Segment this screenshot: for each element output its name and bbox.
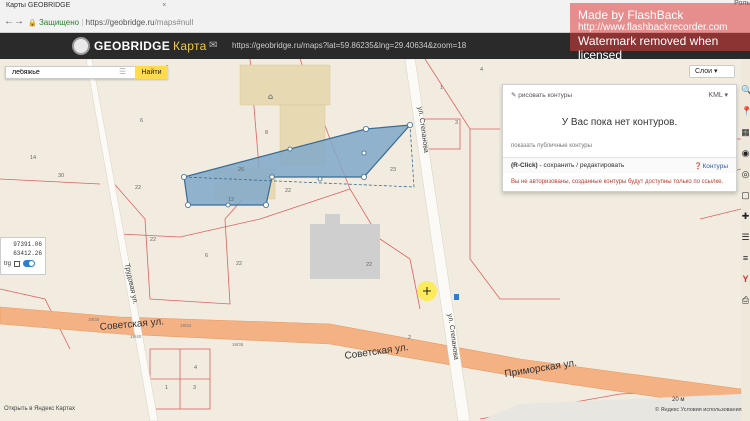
search-button[interactable]: Найти bbox=[135, 66, 168, 79]
contours-panel: ✎ рисовать контуры KML ▾ У Вас пока нет … bbox=[502, 84, 737, 192]
house-number: 26 bbox=[238, 167, 244, 173]
house-number: 22 bbox=[285, 188, 291, 194]
right-toolbar: 🔍 📍 ▦ ◉ ◎ ▢ ✚ ☰ ≡ Y ⎙ bbox=[741, 85, 750, 335]
recorder-watermark: Made by FlashBack http://www.flashbackre… bbox=[570, 3, 750, 62]
house-number: 3 bbox=[455, 120, 458, 126]
grey-building bbox=[310, 224, 380, 279]
grid-icon[interactable]: ▦ bbox=[741, 127, 750, 148]
hamburger-icon[interactable]: ≡ bbox=[741, 253, 750, 274]
house-number: 6 bbox=[205, 253, 208, 259]
public-contours-link[interactable]: показать публичные контуры bbox=[511, 143, 592, 149]
empty-contours-text: У Вас пока нет контуров. bbox=[561, 117, 678, 128]
house-number: 14 bbox=[30, 155, 36, 161]
house-number: 23 bbox=[390, 167, 396, 173]
list-icon[interactable]: ☰ bbox=[741, 232, 750, 253]
security-label: Защищено bbox=[38, 18, 80, 27]
checkbox-icon[interactable] bbox=[14, 260, 21, 267]
map-scale: 20 м bbox=[672, 397, 685, 403]
target-icon[interactable]: ◎ bbox=[741, 169, 750, 190]
house-number: 22 bbox=[236, 261, 242, 267]
parcel-label: 19/34 bbox=[180, 323, 192, 328]
search-icon[interactable]: 🔍 bbox=[741, 85, 750, 106]
coord-line-1: 97391.06 bbox=[13, 241, 42, 248]
menu-icon[interactable]: ☰ bbox=[119, 67, 126, 76]
tab-close-icon[interactable]: × bbox=[162, 2, 166, 9]
search-box: ☰ Найти bbox=[5, 66, 168, 79]
draw-contour-link[interactable]: ✎ рисовать контуры bbox=[511, 91, 572, 99]
watermark-line-1: Made by FlashBack bbox=[578, 8, 684, 22]
coord-line-2: 63412.26 bbox=[13, 250, 42, 257]
hint-row: (R-Click) - сохранить / редактировать ❓К… bbox=[503, 157, 736, 173]
logo-text: GEOBRIDGE bbox=[94, 39, 171, 53]
hint-text: (R-Click) - сохранить / редактировать bbox=[511, 162, 624, 169]
yandex-icon[interactable]: Y bbox=[741, 274, 750, 295]
watermark-line-3: Watermark removed when licensed bbox=[578, 34, 719, 62]
house-number: 4 bbox=[194, 365, 197, 371]
auth-warning: Вы не авторизованы, созданные контуры бу… bbox=[511, 179, 724, 185]
globe-logo-icon bbox=[72, 37, 90, 55]
bus-stop-icon bbox=[454, 294, 459, 300]
cross-icon[interactable]: ✚ bbox=[741, 211, 750, 232]
geobridge-logo[interactable]: GEOBRIDGE Карта bbox=[72, 37, 207, 55]
house-number: 1 bbox=[165, 385, 168, 391]
parcel-label: 19/36 bbox=[232, 342, 244, 347]
house-number: 4 bbox=[480, 67, 483, 73]
url-prefix: https://geobridge.ru bbox=[85, 18, 155, 27]
open-in-yandex-link[interactable]: Открыть в Яндекс Картах bbox=[4, 406, 75, 412]
yandex-attribution[interactable]: © Яндекс Условия использования bbox=[655, 407, 742, 413]
parcel-label: 19/40 bbox=[130, 334, 142, 339]
house-number: 30 bbox=[58, 173, 64, 179]
url-path: /maps#null bbox=[154, 18, 194, 27]
layers-button[interactable]: Слои ▾ bbox=[689, 65, 735, 78]
house-number: 22 bbox=[135, 185, 141, 191]
watermark-line-2: http://www.flashbackrecorder.com bbox=[578, 22, 728, 33]
globe-icon[interactable]: ◉ bbox=[741, 148, 750, 169]
map-url-display[interactable]: https://geobridge.ru/maps?lat=59.86235&l… bbox=[232, 41, 466, 50]
house-icon: ⌂ bbox=[268, 92, 273, 101]
house-number: 1 bbox=[440, 85, 443, 91]
lock-icon: 🔒 bbox=[28, 20, 37, 27]
house-number: 8 bbox=[265, 130, 268, 136]
house-number: 2 bbox=[408, 335, 411, 341]
print-icon[interactable]: ⎙ bbox=[741, 295, 750, 316]
address-bar[interactable]: 🔒 Защищено | https://geobridge.ru/maps#n… bbox=[28, 16, 588, 29]
back-icon[interactable]: ← bbox=[4, 16, 14, 27]
square-icon[interactable]: ▢ bbox=[741, 190, 750, 211]
logo-suffix: Карта bbox=[173, 39, 207, 53]
forward-icon[interactable]: → bbox=[14, 16, 24, 27]
tab-title: Карты GEOBRIDGE bbox=[6, 2, 71, 9]
pin-icon[interactable]: 📍 bbox=[741, 106, 750, 127]
trg-toggle[interactable] bbox=[23, 260, 36, 267]
parcel-label: 19/35 bbox=[88, 317, 100, 322]
hint-rest: - сохранить / редактировать bbox=[537, 162, 625, 169]
search-input[interactable] bbox=[6, 67, 136, 78]
coordinates-panel: 97391.06 63412.26 trg bbox=[0, 237, 46, 275]
street-label-4: Трудовая ул. bbox=[123, 263, 139, 305]
house-number: 22 bbox=[150, 237, 156, 243]
share-icon[interactable]: ✉ bbox=[209, 40, 217, 51]
hint-bold: (R-Click) bbox=[511, 162, 538, 169]
house-number: 22 bbox=[366, 262, 372, 268]
trg-label: trg bbox=[4, 260, 12, 267]
contours-help-link[interactable]: ❓Контуры bbox=[694, 162, 728, 170]
side-road-left bbox=[85, 59, 159, 421]
house-number: 3 bbox=[193, 385, 196, 391]
browser-tab[interactable]: Карты GEOBRIDGE × bbox=[0, 0, 200, 13]
house-number: 12 bbox=[228, 197, 234, 203]
kml-dropdown[interactable]: KML ▾ bbox=[708, 91, 728, 99]
grey-building-2 bbox=[325, 214, 340, 229]
house-number: 6 bbox=[140, 118, 143, 124]
